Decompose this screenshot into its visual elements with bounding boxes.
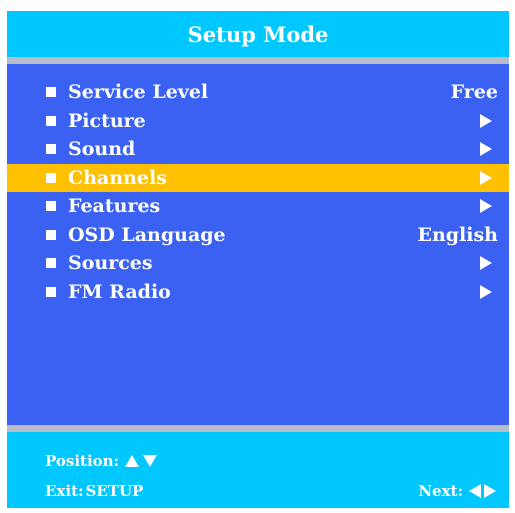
menu-item-osd-language[interactable]: OSD Language English [7, 221, 509, 250]
position-hint: Position: [45, 452, 158, 470]
arrow-right-icon [480, 256, 492, 271]
arrow-right-icon [480, 170, 492, 185]
bullet-icon [46, 172, 56, 183]
menu-item-label: Sources [68, 252, 153, 275]
bullet-icon [46, 87, 56, 98]
footer-help: Position: Exit: SETUP Next: [7, 432, 509, 508]
menu-item-value: English [417, 223, 498, 246]
next-label: Next: [418, 482, 463, 500]
bullet-icon [46, 115, 56, 126]
exit-label: Exit: [45, 482, 84, 500]
bullet-icon [46, 286, 56, 297]
arrow-right-icon [480, 284, 492, 299]
position-label: Position: [45, 452, 120, 470]
menu-item-label: Sound [68, 138, 136, 161]
osd-window: Setup Mode Service Level Free Picture So… [7, 11, 509, 508]
next-hint: Next: [418, 482, 496, 500]
menu-item-label: FM Radio [68, 280, 171, 303]
arrow-right-icon [484, 484, 496, 498]
footer-separator [7, 425, 509, 432]
menu-item-label: Picture [68, 109, 146, 132]
exit-key: SETUP [85, 482, 144, 500]
arrow-right-icon [480, 199, 492, 214]
bullet-icon [46, 229, 56, 240]
bullet-icon [46, 144, 56, 155]
bullet-icon [46, 201, 56, 212]
menu-item-label: Features [68, 195, 161, 218]
menu-item-sound[interactable]: Sound [7, 135, 509, 164]
arrow-right-icon [480, 113, 492, 128]
menu-item-picture[interactable]: Picture [7, 107, 509, 136]
header: Setup Mode [7, 11, 509, 57]
menu-item-value: Free [450, 81, 498, 104]
arrow-down-icon [143, 455, 158, 467]
menu-item-features[interactable]: Features [7, 192, 509, 221]
page-title: Setup Mode [187, 21, 329, 47]
exit-hint: Exit: SETUP [45, 482, 143, 500]
header-separator [7, 57, 509, 64]
bullet-icon [46, 258, 56, 269]
menu-item-service-level[interactable]: Service Level Free [7, 78, 509, 107]
arrow-left-icon [469, 484, 481, 498]
menu-item-channels[interactable]: Channels [7, 163, 509, 192]
arrow-up-icon [125, 455, 140, 467]
arrow-right-icon [480, 142, 492, 157]
menu-item-fm-radio[interactable]: FM Radio [7, 278, 509, 307]
menu-item-label: Channels [68, 166, 167, 189]
setup-menu: Service Level Free Picture Sound Channel… [7, 78, 509, 306]
menu-item-sources[interactable]: Sources [7, 249, 509, 278]
menu-item-label: Service Level [68, 81, 209, 104]
